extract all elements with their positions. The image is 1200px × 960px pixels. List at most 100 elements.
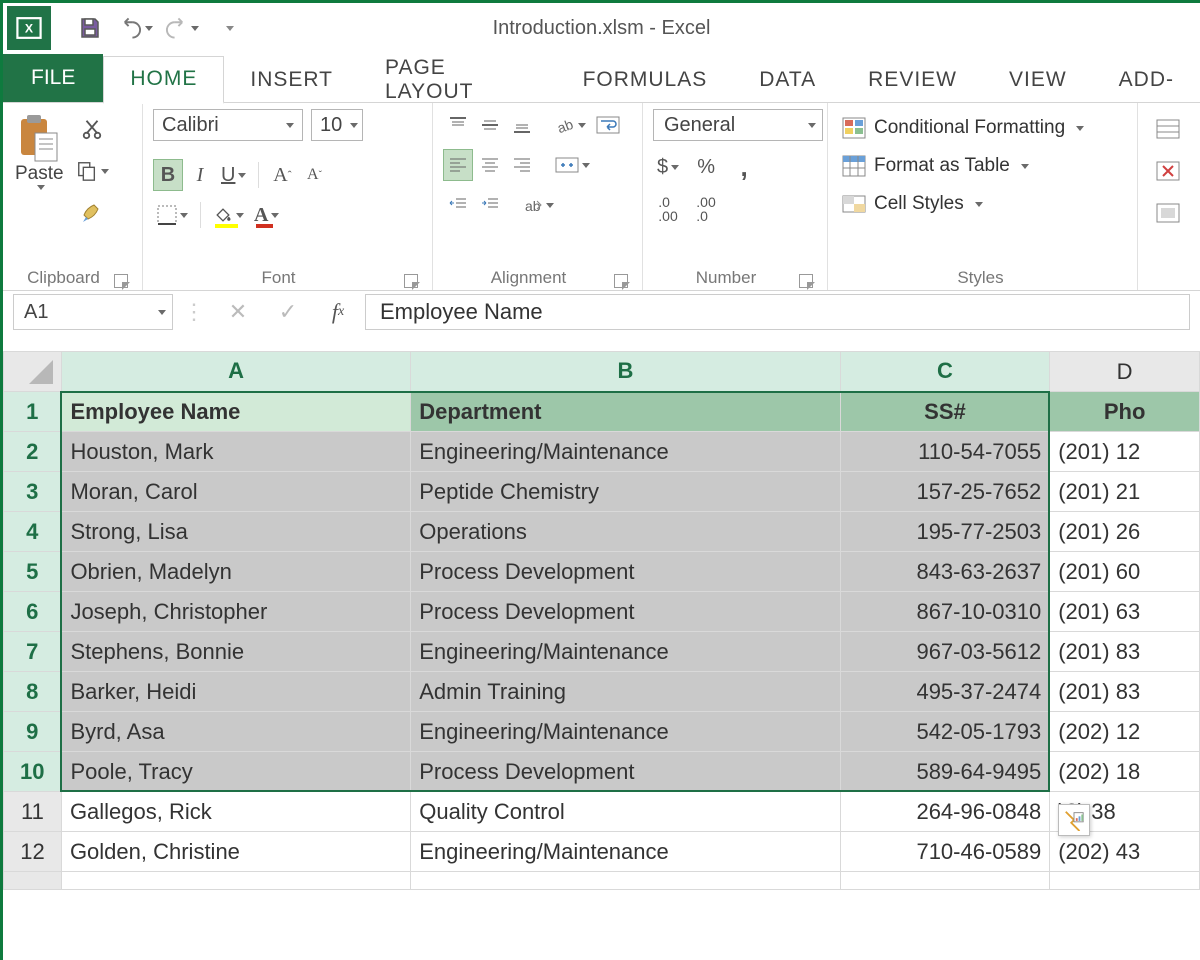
cell-B13[interactable] [411, 872, 840, 890]
borders-button[interactable] [153, 199, 192, 231]
font-color-button[interactable]: A [250, 199, 283, 231]
cell-styles-button[interactable]: Cell Styles [838, 187, 1127, 221]
merge-center-icon[interactable] [551, 149, 594, 181]
col-header-B[interactable]: B [411, 352, 840, 392]
row-header-1[interactable]: 1 [4, 392, 62, 432]
align-right-icon[interactable] [507, 149, 537, 181]
select-all-corner[interactable] [4, 352, 62, 392]
orientation-icon[interactable]: ab [551, 109, 590, 141]
cell-A5[interactable]: Obrien, Madelyn [61, 552, 410, 592]
number-format-combo[interactable]: General [653, 109, 823, 141]
accounting-format-icon[interactable]: $ [653, 151, 683, 183]
shrink-font-button[interactable]: Aˇ [299, 159, 329, 191]
cell-A12[interactable]: Golden, Christine [61, 832, 410, 872]
row-header-3[interactable]: 3 [4, 472, 62, 512]
number-launcher-icon[interactable] [799, 274, 813, 288]
col-header-D[interactable]: D [1050, 352, 1200, 392]
cell-C5[interactable]: 843-63-2637 [840, 552, 1050, 592]
cell-B9[interactable]: Engineering/Maintenance [411, 712, 840, 752]
cell-B6[interactable]: Process Development [411, 592, 840, 632]
delete-cells-icon[interactable] [1148, 155, 1188, 187]
redo-icon[interactable] [165, 11, 199, 45]
excel-app-icon[interactable]: X [7, 6, 51, 50]
cell-B5[interactable]: Process Development [411, 552, 840, 592]
cell-C3[interactable]: 157-25-7652 [840, 472, 1050, 512]
cell-D4[interactable]: (201) 26 [1050, 512, 1200, 552]
cell-D9[interactable]: (202) 12 [1050, 712, 1200, 752]
cell-A8[interactable]: Barker, Heidi [61, 672, 410, 712]
cell-C6[interactable]: 867-10-0310 [840, 592, 1050, 632]
save-icon[interactable] [73, 11, 107, 45]
name-box[interactable]: A1 [13, 294, 173, 330]
col-header-C[interactable]: C [840, 352, 1050, 392]
clipboard-launcher-icon[interactable] [114, 274, 128, 288]
fill-color-button[interactable] [209, 199, 248, 231]
cell-A10[interactable]: Poole, Tracy [61, 752, 410, 792]
cell-C1[interactable]: SS# [840, 392, 1050, 432]
cell-C10[interactable]: 589-64-9495 [840, 752, 1050, 792]
undo-icon[interactable] [119, 11, 153, 45]
cell-B11[interactable]: Quality Control [411, 792, 840, 832]
data-tab[interactable]: DATA [733, 56, 842, 104]
row-header-9[interactable]: 9 [4, 712, 62, 752]
cell-A7[interactable]: Stephens, Bonnie [61, 632, 410, 672]
cell-D7[interactable]: (201) 83 [1050, 632, 1200, 672]
cell-A1[interactable]: Employee Name [61, 392, 410, 432]
underline-button[interactable]: U [217, 159, 250, 191]
formulas-tab[interactable]: FORMULAS [557, 56, 734, 104]
font-size-combo[interactable]: 10 [311, 109, 363, 141]
cell-B12[interactable]: Engineering/Maintenance [411, 832, 840, 872]
cancel-formula-icon[interactable]: ✕ [221, 295, 255, 329]
addins-tab[interactable]: ADD- [1093, 56, 1200, 104]
row-header-10[interactable]: 10 [4, 752, 62, 792]
wrap-text-icon[interactable] [592, 109, 624, 141]
cell-B4[interactable]: Operations [411, 512, 840, 552]
cell-B2[interactable]: Engineering/Maintenance [411, 432, 840, 472]
cell-A13[interactable] [61, 872, 410, 890]
cell-A9[interactable]: Byrd, Asa [61, 712, 410, 752]
home-tab[interactable]: HOME [103, 56, 224, 104]
cell-C7[interactable]: 967-03-5612 [840, 632, 1050, 672]
align-left-icon[interactable] [443, 149, 473, 181]
cell-A11[interactable]: Gallegos, Rick [61, 792, 410, 832]
decrease-indent-icon[interactable] [443, 189, 473, 221]
row-header-8[interactable]: 8 [4, 672, 62, 712]
comma-format-icon[interactable]: , [729, 151, 759, 183]
italic-button[interactable]: I [185, 159, 215, 191]
format-painter-icon[interactable] [72, 197, 113, 229]
cell-C13[interactable] [840, 872, 1050, 890]
align-middle-icon[interactable] [475, 109, 505, 141]
cell-D2[interactable]: (201) 12 [1050, 432, 1200, 472]
cell-A2[interactable]: Houston, Mark [61, 432, 410, 472]
cell-A4[interactable]: Strong, Lisa [61, 512, 410, 552]
cell-A6[interactable]: Joseph, Christopher [61, 592, 410, 632]
cell-D13[interactable] [1050, 872, 1200, 890]
row-header-13[interactable] [4, 872, 62, 890]
conditional-formatting-button[interactable]: Conditional Formatting [838, 111, 1127, 145]
orientation-small-icon[interactable]: ab [519, 189, 558, 221]
insert-cells-icon[interactable] [1148, 113, 1188, 145]
align-center-icon[interactable] [475, 149, 505, 181]
font-launcher-icon[interactable] [404, 274, 418, 288]
font-name-combo[interactable]: Calibri [153, 109, 303, 141]
align-bottom-icon[interactable] [507, 109, 537, 141]
cell-C9[interactable]: 542-05-1793 [840, 712, 1050, 752]
view-tab[interactable]: VIEW [983, 56, 1093, 104]
cell-D6[interactable]: (201) 63 [1050, 592, 1200, 632]
cut-icon[interactable] [72, 113, 113, 145]
row-header-11[interactable]: 11 [4, 792, 62, 832]
cell-D3[interactable]: (201) 21 [1050, 472, 1200, 512]
fx-icon[interactable]: fx [321, 295, 355, 329]
cell-B1[interactable]: Department [411, 392, 840, 432]
alignment-launcher-icon[interactable] [614, 274, 628, 288]
cell-C2[interactable]: 110-54-7055 [840, 432, 1050, 472]
cell-D12[interactable]: (202) 43 [1050, 832, 1200, 872]
row-header-5[interactable]: 5 [4, 552, 62, 592]
review-tab[interactable]: REVIEW [842, 56, 983, 104]
enter-formula-icon[interactable]: ✓ [271, 295, 305, 329]
col-header-A[interactable]: A [61, 352, 410, 392]
copy-icon[interactable] [72, 155, 113, 187]
paste-button[interactable]: Paste [13, 109, 66, 266]
page-layout-tab[interactable]: PAGE LAYOUT [359, 56, 557, 104]
row-header-7[interactable]: 7 [4, 632, 62, 672]
